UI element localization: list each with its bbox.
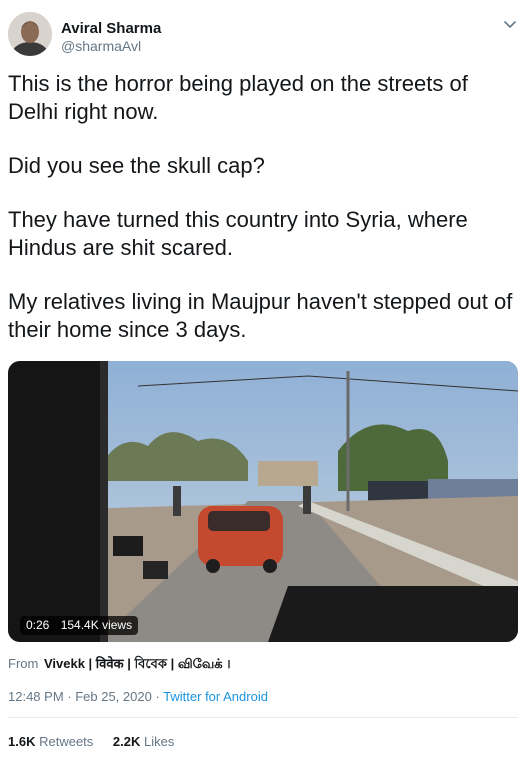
author-name[interactable]: Aviral Sharma xyxy=(61,20,161,37)
tweet-paragraph: My relatives living in Maujpur haven't s… xyxy=(8,289,513,342)
chevron-down-icon[interactable] xyxy=(502,16,518,32)
video-stats-badge: 0:26 154.4K views xyxy=(20,616,139,635)
video-views: 154.4K views xyxy=(60,618,133,632)
tweet-paragraph: They have turned this country into Syria… xyxy=(8,207,468,260)
profile-photo xyxy=(8,12,52,56)
tweet-text: This is the horror being played on the s… xyxy=(8,70,518,370)
attribution-prefix: From xyxy=(8,656,39,671)
likes-stat[interactable]: 2.2K Likes xyxy=(113,734,174,749)
tweet-paragraph: Did you see the skull cap? xyxy=(8,153,265,178)
video-attribution: From Vivekk | विवेक | বিবেক | விவேக் । xyxy=(8,654,231,676)
likes-label: Likes xyxy=(144,734,175,749)
tweet-header: Aviral Sharma @sharmaAvl xyxy=(0,0,529,64)
like-count: 2.2K xyxy=(112,734,141,749)
video-thumbnail xyxy=(8,361,518,642)
avatar[interactable] xyxy=(8,12,52,56)
attribution-source[interactable]: Vivekk | विवेक | বিবেক | விவேக் । xyxy=(44,656,231,671)
video-player[interactable]: 0:26 154.4K views xyxy=(8,361,518,642)
divider xyxy=(8,717,518,718)
client-link[interactable]: Twitter for Android xyxy=(163,689,268,704)
retweet-count: 1.6K xyxy=(8,734,36,749)
timestamp[interactable]: 12:48 PM · Feb 25, 2020 xyxy=(8,689,152,704)
author-handle[interactable]: @sharmaAvl xyxy=(61,38,141,54)
retweets-stat[interactable]: 1.6K Retweets xyxy=(8,734,93,749)
meta-separator: · xyxy=(155,689,160,704)
tweet-paragraph: This is the horror being played on the s… xyxy=(8,71,468,124)
retweets-label: Retweets xyxy=(39,734,94,749)
tweet-meta: 12:48 PM · Feb 25, 2020 · Twitter for An… xyxy=(8,689,268,704)
tweet-stats: 1.6K Retweets 2.2K Likes xyxy=(8,734,174,749)
video-duration: 0:26 xyxy=(26,618,50,632)
